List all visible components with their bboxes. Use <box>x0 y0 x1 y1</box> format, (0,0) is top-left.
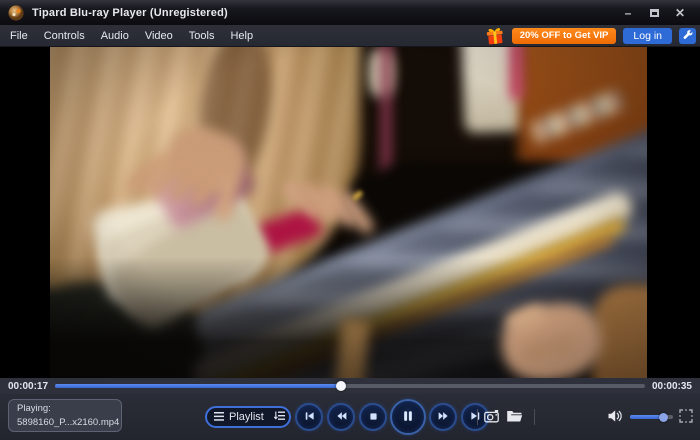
maximize-button[interactable] <box>646 6 662 20</box>
divider <box>477 409 478 425</box>
volume-fill <box>630 415 664 419</box>
camera-icon <box>484 409 501 426</box>
now-playing-file: 5898160_P...x2160.mp4 <box>17 416 113 430</box>
menu-tools[interactable]: Tools <box>189 30 215 42</box>
video-area[interactable] <box>0 47 700 378</box>
rewind-button[interactable] <box>327 403 355 431</box>
window-controls: – ✕ <box>620 6 692 20</box>
playlist-label: Playlist <box>229 411 264 423</box>
fast-backward-icon <box>335 410 348 425</box>
menu-audio[interactable]: Audio <box>101 30 129 42</box>
menu-video[interactable]: Video <box>145 30 173 42</box>
vip-offer-button[interactable]: 20% OFF to Get VIP <box>512 28 617 44</box>
forward-button[interactable] <box>429 403 457 431</box>
open-file-button[interactable] <box>503 406 525 428</box>
wrench-icon <box>682 28 693 43</box>
speaker-icon <box>607 409 623 426</box>
menubar: File Controls Audio Video Tools Help 20%… <box>0 25 700 47</box>
titlebar: Tipard Blu-ray Player (Unregistered) – ✕ <box>0 0 700 25</box>
window-title: Tipard Blu-ray Player (Unregistered) <box>32 7 228 19</box>
volume-button[interactable] <box>604 406 626 428</box>
total-time: 00:00:35 <box>652 381 692 392</box>
control-bar: Playing: 5898160_P...x2160.mp4 Playlist <box>0 394 700 440</box>
minimize-button[interactable]: – <box>620 6 636 20</box>
seek-bar[interactable] <box>55 384 645 388</box>
pause-button[interactable] <box>390 399 426 435</box>
volume-slider[interactable] <box>630 415 673 419</box>
volume-thumb[interactable] <box>659 413 668 422</box>
play-order-icon[interactable] <box>274 408 285 426</box>
stop-icon <box>368 410 379 425</box>
maximize-icon <box>650 9 659 17</box>
hamburger-icon <box>214 408 224 426</box>
pause-icon <box>401 409 415 426</box>
menu-file[interactable]: File <box>10 30 28 42</box>
seek-thumb[interactable] <box>336 381 346 391</box>
current-time: 00:00:17 <box>8 381 48 392</box>
preferences-button[interactable] <box>679 28 696 44</box>
folder-icon <box>506 409 523 426</box>
app-logo-icon <box>8 5 25 21</box>
progress-row: 00:00:17 00:00:35 <box>0 378 700 394</box>
app-window: Tipard Blu-ray Player (Unregistered) – ✕… <box>0 0 700 440</box>
menu-help[interactable]: Help <box>230 30 253 42</box>
snapshot-button[interactable] <box>481 406 503 428</box>
previous-button[interactable] <box>295 403 323 431</box>
skip-back-icon <box>303 410 316 425</box>
fullscreen-button[interactable] <box>675 406 697 428</box>
now-playing-label: Playing: <box>17 402 113 416</box>
close-button[interactable]: ✕ <box>672 6 688 20</box>
divider <box>534 409 535 425</box>
stop-button[interactable] <box>359 403 387 431</box>
photo-shape <box>50 47 647 378</box>
seek-fill <box>55 384 341 388</box>
skip-forward-icon <box>469 410 482 425</box>
gift-icon[interactable] <box>484 25 506 47</box>
now-playing-box: Playing: 5898160_P...x2160.mp4 <box>8 399 122 432</box>
playlist-button[interactable]: Playlist <box>205 406 291 428</box>
menubar-right: 20% OFF to Get VIP Log in <box>485 25 700 46</box>
fast-forward-icon <box>437 410 450 425</box>
menu-controls[interactable]: Controls <box>44 30 85 42</box>
login-button[interactable]: Log in <box>623 28 672 44</box>
video-frame <box>50 47 647 378</box>
expand-icon <box>679 409 693 426</box>
